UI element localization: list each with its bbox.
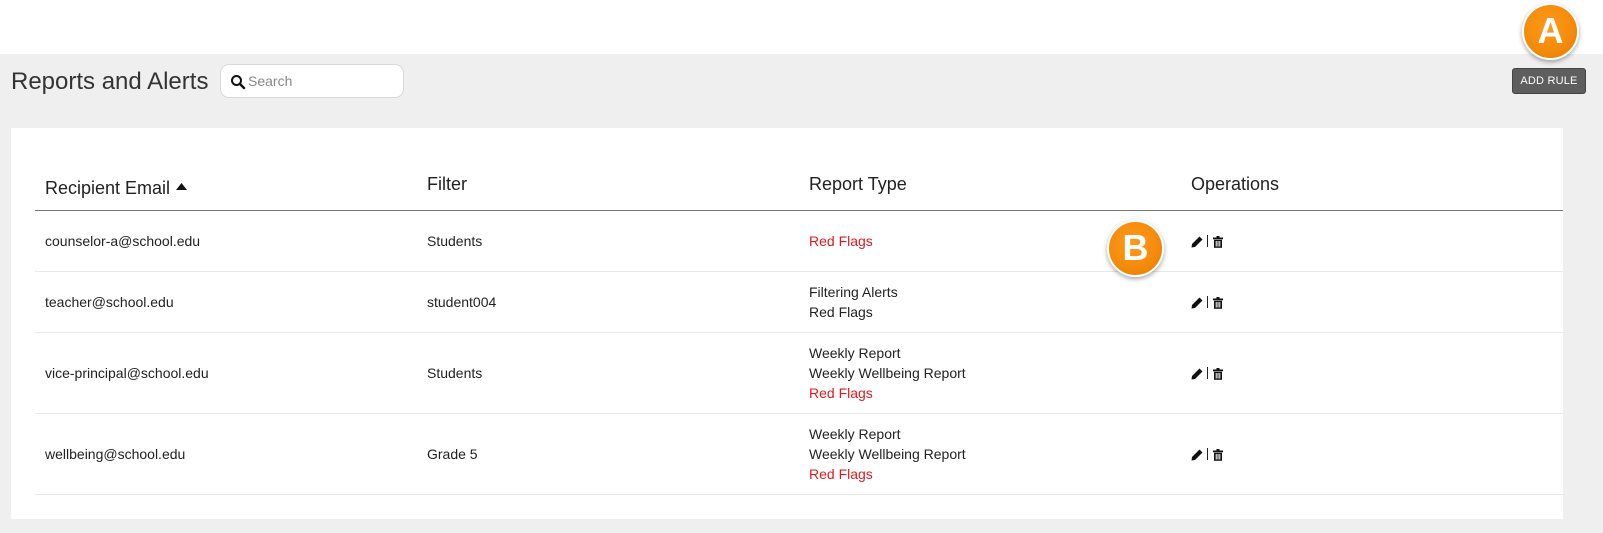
row-operations — [1191, 211, 1224, 271]
page-title: Reports and Alerts — [11, 68, 209, 95]
filter-value: Students — [427, 365, 483, 381]
table-row: vice-principal@school.edu Students Weekl… — [35, 333, 1563, 414]
table-row: counselor-a@school.edu Students Red Flag… — [35, 211, 1563, 272]
operations-divider — [1207, 296, 1208, 308]
callout-badge-a: A — [1522, 3, 1579, 60]
recipient-email: vice-principal@school.edu — [45, 365, 209, 381]
operations-divider — [1207, 235, 1208, 247]
report-type: Red Flags — [809, 466, 873, 482]
report-type: Filtering Alerts — [809, 284, 898, 300]
filter-value: Students — [427, 233, 483, 249]
operations-divider — [1207, 367, 1208, 379]
row-operations — [1191, 414, 1224, 494]
search-input[interactable] — [248, 65, 398, 97]
search-icon — [230, 74, 246, 90]
recipient-email: teacher@school.edu — [45, 294, 174, 310]
pencil-icon[interactable] — [1191, 296, 1203, 309]
add-rule-button[interactable]: ADD RULE — [1512, 68, 1586, 94]
row-operations — [1191, 333, 1224, 413]
filter-value: Grade 5 — [427, 446, 478, 462]
trash-icon[interactable] — [1212, 367, 1224, 380]
table-row: wellbeing@school.edu Grade 5 Weekly Repo… — [35, 414, 1563, 495]
row-operations — [1191, 272, 1224, 332]
report-type: Weekly Wellbeing Report — [809, 365, 966, 381]
trash-icon[interactable] — [1212, 235, 1224, 248]
column-header-recipient-email[interactable]: Recipient Email — [45, 173, 188, 199]
pencil-icon[interactable] — [1191, 448, 1203, 461]
report-type: Red Flags — [809, 385, 873, 401]
rules-table: Recipient Email Filter Report Type Opera… — [11, 128, 1563, 519]
report-type: Weekly Wellbeing Report — [809, 446, 966, 462]
pencil-icon[interactable] — [1191, 367, 1203, 380]
recipient-email: wellbeing@school.edu — [45, 446, 186, 462]
column-header-report-type[interactable]: Report Type — [809, 173, 907, 195]
pencil-icon[interactable] — [1191, 235, 1203, 248]
trash-icon[interactable] — [1212, 448, 1224, 461]
recipient-email: counselor-a@school.edu — [45, 233, 201, 249]
trash-icon[interactable] — [1212, 296, 1224, 309]
filter-value: student004 — [427, 294, 497, 310]
column-header-operations: Operations — [1191, 174, 1280, 194]
report-type: Weekly Report — [809, 345, 901, 361]
table-row: teacher@school.edu student004 Filtering … — [35, 272, 1563, 333]
column-header-filter[interactable]: Filter — [427, 173, 467, 195]
report-type: Red Flags — [809, 304, 873, 320]
report-type: Red Flags — [809, 233, 873, 249]
sort-ascending-icon[interactable] — [176, 173, 188, 195]
report-type: Weekly Report — [809, 426, 901, 442]
search-box[interactable] — [220, 64, 404, 98]
callout-badge-b: B — [1107, 220, 1164, 277]
operations-divider — [1207, 448, 1208, 460]
column-header-label: Recipient Email — [45, 178, 171, 198]
